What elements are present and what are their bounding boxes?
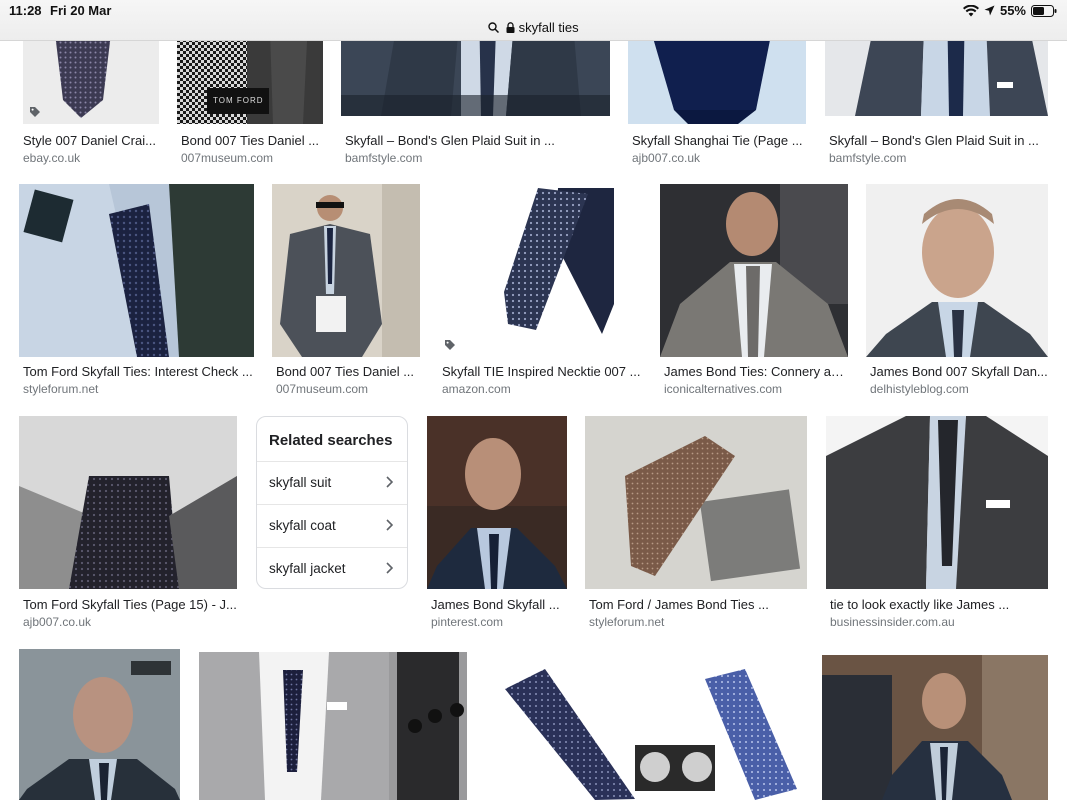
- brand-label: TOM FORD: [213, 96, 264, 105]
- result-source: amazon.com: [442, 382, 511, 396]
- result-source: bamfstyle.com: [829, 151, 907, 165]
- related-search-label: skyfall jacket: [269, 561, 346, 576]
- related-searches-title: Related searches: [269, 432, 393, 449]
- result-source: 007museum.com: [276, 382, 369, 396]
- price-tag-icon: [445, 340, 455, 350]
- result-image: [427, 416, 567, 589]
- chevron-right-icon: [386, 562, 393, 574]
- result-source: businessinsider.com.au: [830, 615, 955, 629]
- result-source: bamfstyle.com: [345, 151, 423, 165]
- related-search-label: skyfall coat: [269, 518, 336, 533]
- result-image: [822, 655, 1048, 800]
- image-result[interactable]: Bond 007 Ties Daniel ... 007museum.com: [272, 184, 420, 404]
- result-title: tie to look exactly like James ...: [830, 597, 1010, 612]
- address-query: skyfall ties: [518, 20, 579, 36]
- image-result[interactable]: Tom Ford Skyfall Ties (Page 15) - J... a…: [19, 416, 237, 636]
- chevron-right-icon: [386, 476, 393, 488]
- status-time: 11:28: [9, 3, 42, 18]
- result-image: [19, 416, 237, 589]
- wifi-icon: [962, 4, 979, 16]
- image-result[interactable]: Tom Ford Skyfall Ties: Interest Check ..…: [19, 184, 254, 404]
- result-title: Tom Ford Skyfall Ties: Interest Check ..…: [23, 364, 253, 379]
- lock-icon: [506, 22, 515, 34]
- result-title: Bond 007 Ties Daniel ...: [276, 364, 415, 379]
- image-result[interactable]: James Bond Skyfall ... pinterest.com: [427, 416, 567, 636]
- image-result[interactable]: [485, 649, 803, 800]
- result-source: iconicalternatives.com: [664, 382, 783, 396]
- search-icon: [488, 22, 500, 34]
- battery-icon: [1031, 4, 1057, 17]
- result-source: styleforum.net: [23, 382, 99, 396]
- image-result[interactable]: Tom Ford / James Bond Ties ... styleforu…: [585, 416, 807, 636]
- result-title: Skyfall Shanghai Tie (Page ...: [632, 133, 803, 148]
- result-image: [866, 184, 1048, 357]
- result-source: pinterest.com: [431, 615, 504, 629]
- result-title: Skyfall – Bond's Glen Plaid Suit in ...: [829, 133, 1039, 148]
- address-bar[interactable]: skyfall ties: [0, 19, 1067, 35]
- related-search-skyfall-suit[interactable]: skyfall suit: [257, 461, 407, 503]
- status-address-bar: 11:28 Fri 20 Mar 55% skyfall ties: [0, 0, 1067, 41]
- related-searches-panel: Related searches skyfall suit skyfall co…: [256, 416, 408, 589]
- image-result[interactable]: [822, 655, 1048, 800]
- price-tag-icon: [30, 107, 40, 117]
- related-search-skyfall-coat[interactable]: skyfall coat: [257, 504, 407, 546]
- result-title: James Bond 007 Skyfall Dan...: [870, 364, 1048, 379]
- status-indicators: 55%: [962, 3, 1057, 18]
- result-title: Skyfall TIE Inspired Necktie 007 ...: [442, 364, 641, 379]
- result-source: 007museum.com: [181, 151, 274, 165]
- location-arrow-icon: [984, 5, 995, 16]
- result-title: Bond 007 Ties Daniel ...: [181, 133, 320, 148]
- result-title: Tom Ford Skyfall Ties (Page 15) - J...: [23, 597, 237, 612]
- image-result[interactable]: [199, 652, 467, 800]
- result-source: delhistyleblog.com: [870, 382, 969, 396]
- result-source: ajb007.co.uk: [632, 151, 701, 165]
- image-result[interactable]: James Bond 007 Skyfall Dan... delhistyle…: [866, 184, 1048, 404]
- result-image: [272, 184, 420, 357]
- result-image: [585, 416, 807, 589]
- battery-percentage: 55%: [999, 3, 1026, 18]
- image-result[interactable]: Skyfall TIE Inspired Necktie 007 ... ama…: [438, 184, 641, 404]
- result-source: ebay.co.uk: [23, 151, 81, 165]
- status-date: Fri 20 Mar: [50, 3, 112, 18]
- related-search-skyfall-jacket[interactable]: skyfall jacket: [257, 547, 407, 589]
- image-result[interactable]: James Bond Ties: Connery an... iconicalt…: [660, 184, 848, 404]
- result-image: [19, 184, 254, 357]
- result-title: Style 007 Daniel Crai...: [23, 133, 156, 148]
- result-source: styleforum.net: [589, 615, 665, 629]
- result-title: Tom Ford / James Bond Ties ...: [589, 597, 769, 612]
- result-title: Skyfall – Bond's Glen Plaid Suit in ...: [345, 133, 555, 148]
- result-source: ajb007.co.uk: [23, 615, 92, 629]
- result-title: James Bond Ties: Connery an...: [664, 364, 848, 379]
- result-image: [19, 649, 180, 800]
- related-search-label: skyfall suit: [269, 475, 332, 490]
- result-image: [199, 652, 467, 800]
- result-title: James Bond Skyfall ...: [431, 597, 560, 612]
- chevron-right-icon: [386, 519, 393, 531]
- result-image: [826, 416, 1048, 589]
- image-result[interactable]: tie to look exactly like James ... busin…: [826, 416, 1048, 636]
- result-image: [660, 184, 848, 357]
- result-image: [438, 184, 641, 357]
- image-result[interactable]: [19, 649, 180, 800]
- result-image: [485, 649, 803, 800]
